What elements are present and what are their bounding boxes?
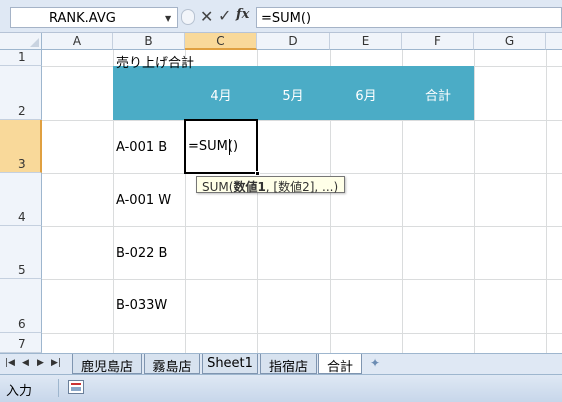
row-number: 5: [18, 263, 26, 277]
column-header-a[interactable]: A: [42, 33, 113, 50]
select-all-corner[interactable]: [0, 33, 42, 50]
gridline: [42, 226, 562, 227]
name-box-dropdown-icon[interactable]: ▼: [165, 14, 171, 23]
cell-c2[interactable]: 4月: [185, 85, 257, 104]
insert-function-icon[interactable]: fx: [236, 7, 249, 22]
gridline: [42, 120, 562, 121]
tooltip-rest: , [数値2], ...): [265, 180, 339, 194]
column-header-e[interactable]: E: [330, 33, 402, 50]
insert-sheet-icon[interactable]: ✦: [370, 356, 390, 372]
row-header-1[interactable]: 1: [0, 50, 42, 66]
cell-b6[interactable]: B-033W: [116, 298, 167, 313]
column-header-c[interactable]: C: [185, 33, 257, 50]
cell-b1[interactable]: 売り上げ合計: [116, 52, 194, 71]
gridline: [546, 50, 547, 353]
cancel-icon[interactable]: ✕: [200, 7, 213, 26]
active-cell-c3[interactable]: =SUM(): [184, 119, 258, 174]
status-separator: [58, 379, 59, 397]
formula-bar-resize-handle[interactable]: [181, 9, 195, 25]
column-header-b[interactable]: B: [113, 33, 185, 50]
tooltip-function[interactable]: SUM(: [202, 180, 233, 194]
sheet-tab-sheet1[interactable]: Sheet1: [202, 354, 258, 374]
formula-bar: RANK.AVG ▼ ✕ ✓ fx =SUM(): [0, 0, 562, 33]
cell-c3-editor[interactable]: =SUM(): [188, 139, 238, 154]
sheet-tab-total[interactable]: 合計: [318, 354, 362, 375]
cell-d2[interactable]: 5月: [257, 85, 329, 104]
next-sheet-icon[interactable]: ▶: [37, 358, 44, 368]
worksheet-grid[interactable]: A B C D E F G 1 2 3 4 5 6 7 4月 5月 6月 合計 …: [0, 33, 562, 353]
cell-b4[interactable]: A-001 W: [116, 193, 171, 208]
sheet-tab-kirishima[interactable]: 霧島店: [144, 354, 200, 375]
row-number: 3: [18, 157, 26, 171]
first-sheet-icon[interactable]: |◀: [5, 358, 15, 368]
column-header-g[interactable]: G: [474, 33, 546, 50]
row-header-3[interactable]: 3: [0, 120, 42, 173]
row-header-7[interactable]: 7: [0, 333, 42, 353]
row-header-5[interactable]: 5: [0, 226, 42, 279]
enter-icon[interactable]: ✓: [218, 6, 231, 25]
row-number: 2: [18, 104, 26, 118]
cell-f2[interactable]: 合計: [402, 85, 474, 104]
row-number: 1: [18, 50, 26, 64]
column-header-h[interactable]: [546, 33, 562, 50]
sheet-tab-bar: |◀ ◀ ▶ ▶| 鹿児島店 霧島店 Sheet1 指宿店 合計 ✦: [0, 353, 562, 375]
column-header-d[interactable]: D: [257, 33, 330, 50]
text-caret: [229, 139, 230, 155]
column-header-f[interactable]: F: [402, 33, 474, 50]
cell-b5[interactable]: B-022 B: [116, 246, 167, 261]
name-box[interactable]: RANK.AVG: [10, 7, 178, 28]
row-number: 4: [18, 210, 26, 224]
status-bar: 入力: [0, 374, 562, 402]
row-number: 6: [18, 317, 26, 331]
gridline: [474, 50, 475, 353]
row-header-6[interactable]: 6: [0, 279, 42, 333]
gridline: [42, 333, 562, 334]
sheet-tab-kagoshima[interactable]: 鹿児島店: [72, 354, 142, 375]
row-number: 7: [18, 337, 26, 351]
gridline: [42, 279, 562, 280]
formula-input[interactable]: =SUM(): [256, 7, 562, 28]
macro-record-icon[interactable]: [68, 380, 84, 394]
horizontal-scrollbar[interactable]: [392, 362, 562, 366]
function-argument-tooltip[interactable]: SUM(数値1, [数値2], ...): [196, 176, 345, 194]
row-header-4[interactable]: 4: [0, 173, 42, 226]
previous-sheet-icon[interactable]: ◀: [22, 358, 29, 368]
status-mode: 入力: [6, 384, 33, 399]
cell-b3[interactable]: A-001 B: [116, 140, 167, 155]
tooltip-current-argument[interactable]: 数値1: [233, 180, 265, 194]
gridline: [42, 173, 562, 174]
row-header-2[interactable]: 2: [0, 66, 42, 120]
last-sheet-icon[interactable]: ▶|: [51, 358, 61, 368]
select-all-triangle-icon: [30, 38, 39, 47]
cell-e2[interactable]: 6月: [330, 85, 402, 104]
sheet-tab-ibusuki[interactable]: 指宿店: [260, 354, 317, 375]
